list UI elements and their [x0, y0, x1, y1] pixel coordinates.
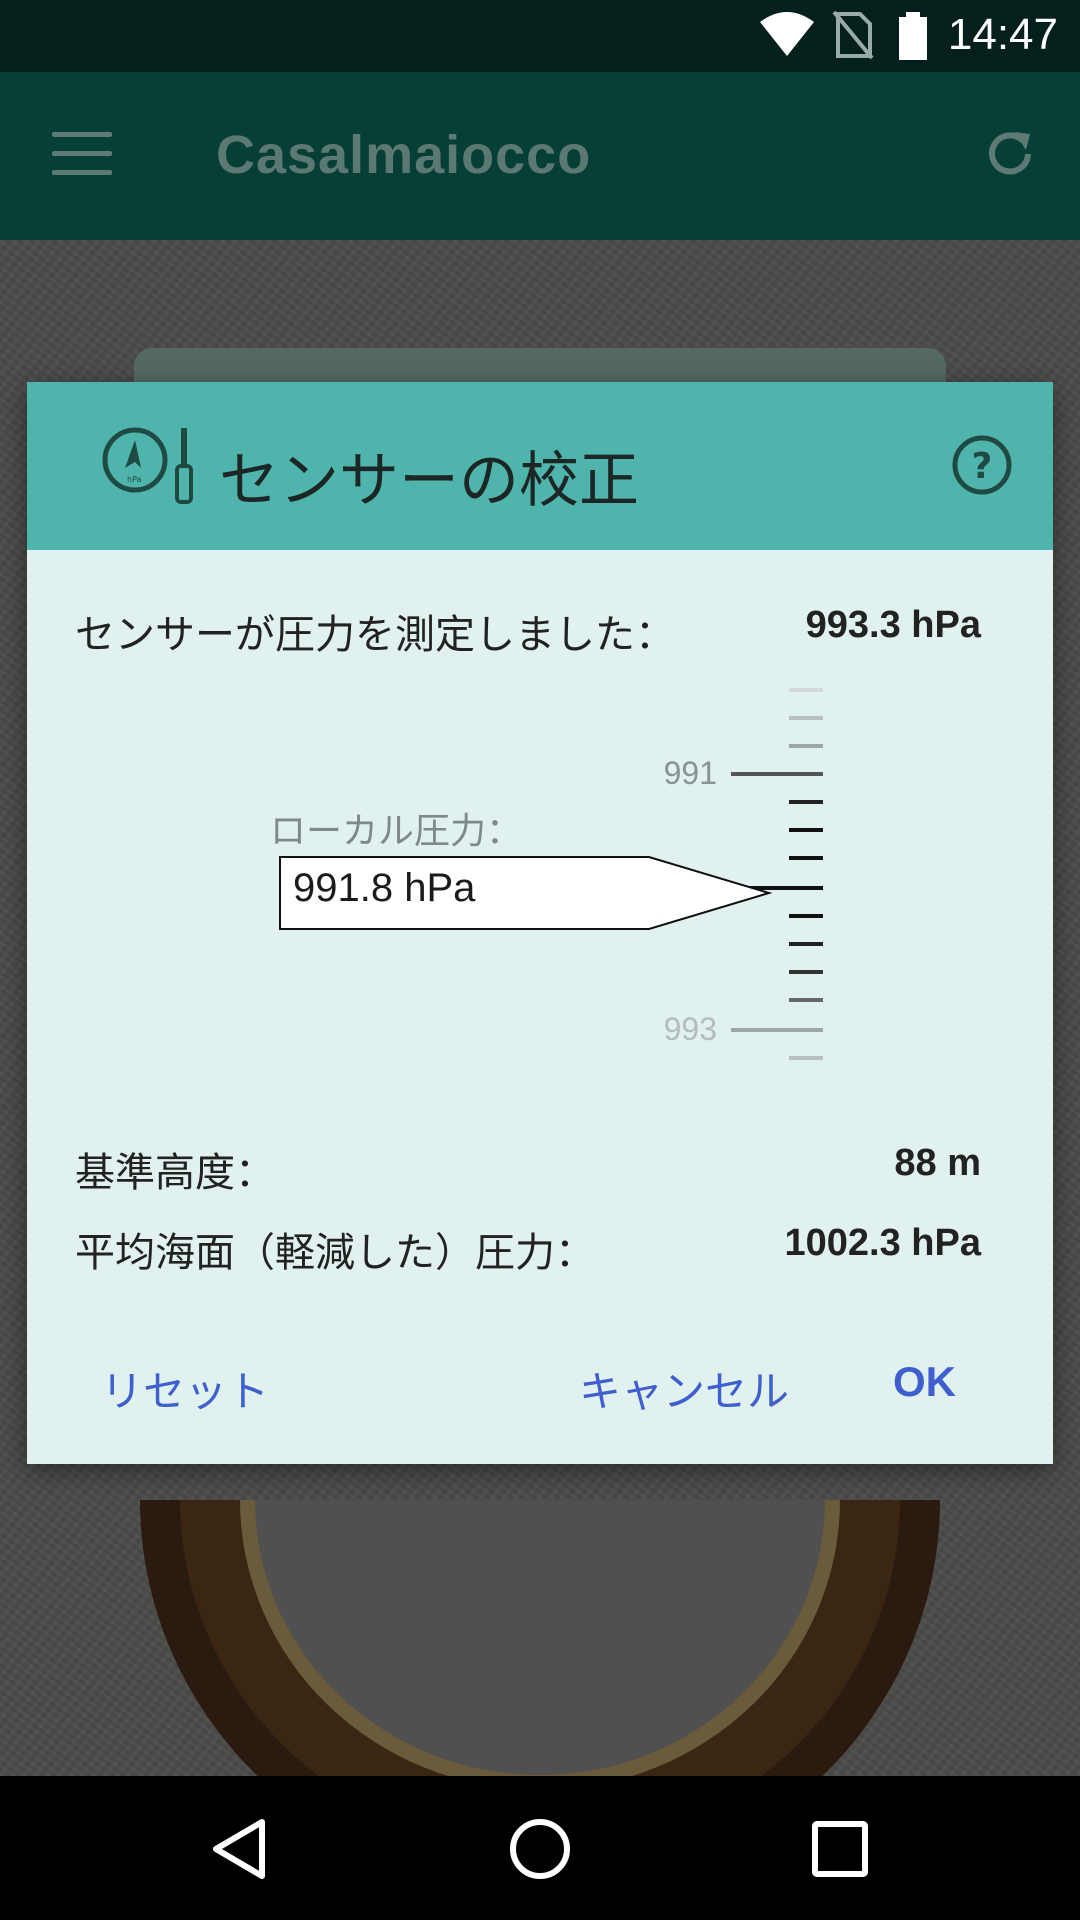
scale-tick-991: 991 — [664, 755, 717, 791]
help-icon[interactable]: ? — [951, 434, 1013, 496]
gauge-wrench-icon: hPa — [102, 427, 193, 504]
ok-button[interactable]: OK — [893, 1358, 956, 1406]
navigation-bar — [0, 1776, 1080, 1920]
status-bar: 14:47 — [0, 0, 1080, 72]
local-pressure-label: ローカル圧力： — [270, 811, 523, 852]
home-icon[interactable] — [505, 1814, 575, 1884]
wifi-icon — [760, 12, 814, 56]
reset-button[interactable]: リセット — [101, 1358, 269, 1419]
local-pressure-input[interactable]: 991.8 hPa — [279, 856, 779, 930]
clock: 14:47 — [947, 10, 1058, 59]
svg-text:hPa: hPa — [127, 475, 142, 484]
calibration-dialog: hPa センサーの校正 ? センサーが圧力を測定しました： 993.3 hPa — [27, 382, 1053, 1464]
cancel-button[interactable]: キャンセル — [579, 1358, 789, 1419]
dialog-title: センサーの校正 — [219, 446, 639, 516]
no-sim-icon — [832, 10, 874, 60]
altitude-label: 基準高度： — [75, 1150, 275, 1196]
battery-icon — [899, 12, 927, 60]
svg-text:?: ? — [972, 446, 993, 487]
msl-pressure-label: 平均海面（軽減した）圧力： — [75, 1230, 595, 1276]
sensor-pressure-label: センサーが圧力を測定しました： — [75, 612, 675, 658]
altitude-value: 88 m — [894, 1142, 981, 1184]
app-title: Casalmaiocco — [216, 125, 592, 185]
dialog-header: hPa センサーの校正 ? — [27, 382, 1053, 550]
msl-pressure-value: 1002.3 hPa — [784, 1222, 981, 1264]
back-icon[interactable] — [206, 1814, 276, 1884]
menu-icon[interactable] — [52, 132, 112, 176]
scale-tick-993: 993 — [664, 1011, 717, 1047]
refresh-icon[interactable] — [980, 124, 1040, 184]
app-bar: Casalmaiocco — [0, 72, 1080, 240]
recents-icon[interactable] — [805, 1814, 875, 1884]
local-pressure-value: 991.8 hPa — [293, 866, 476, 910]
sensor-pressure-value: 993.3 hPa — [805, 604, 981, 646]
